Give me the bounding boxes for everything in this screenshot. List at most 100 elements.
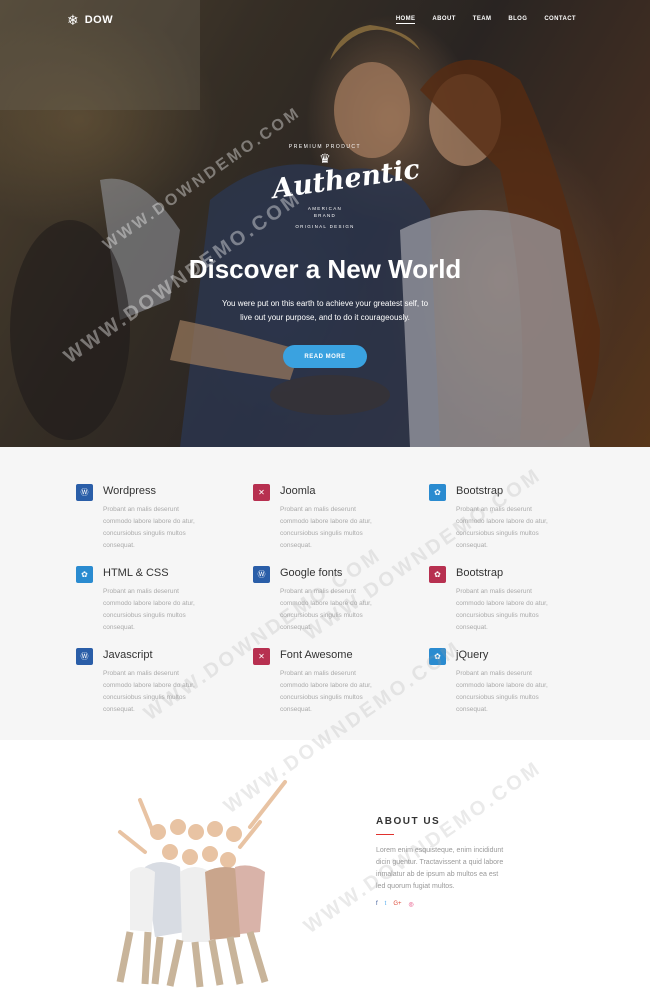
- about-text-line: dicin guentur. Tractavissent a quid labo…: [376, 859, 504, 866]
- features-section: Ⓦ Wordpress Probant an malis deserunt co…: [0, 447, 650, 740]
- nav-item-contact[interactable]: CONTACT: [544, 16, 576, 24]
- feature-title[interactable]: HTML & CSS: [103, 567, 169, 579]
- dribbble-icon[interactable]: ◎: [409, 901, 414, 908]
- feature-title[interactable]: Bootstrap: [456, 567, 503, 579]
- feature-text-line: concursiobus singulis multos: [280, 612, 363, 619]
- feature-description: Probant an malis deserunt commodo labore…: [103, 586, 233, 634]
- bootstrap-icon: ✿: [429, 484, 446, 501]
- feature-title[interactable]: Javascript: [103, 649, 153, 661]
- jquery-icon: ✿: [429, 648, 446, 665]
- feature-title[interactable]: Wordpress: [103, 485, 156, 497]
- team-photo: [116, 780, 287, 988]
- feature-text-line: Probant an malis deserunt: [456, 588, 532, 595]
- about-text-line: inmalatur ab de ipsum ab multos ea est: [376, 871, 499, 878]
- feature-description: Probant an malis deserunt commodo labore…: [456, 586, 586, 634]
- feature-text-line: Probant an malis deserunt: [280, 670, 356, 677]
- feature-text-line: consequat.: [103, 706, 135, 713]
- feature-text-line: concursiobus singulis multos: [456, 612, 539, 619]
- feature-text-line: commodo labore labore do atur,: [280, 600, 372, 607]
- feature-text-line: commodo labore labore do atur,: [456, 600, 548, 607]
- feature-text-line: Probant an malis deserunt: [280, 506, 356, 513]
- feature-glyph: ✕: [258, 651, 265, 661]
- feature-title[interactable]: jQuery: [456, 649, 488, 661]
- feature-text-line: commodo labore labore do atur,: [280, 518, 372, 525]
- about-text-line: led quorum fugiat multos.: [376, 883, 455, 890]
- feature-text-line: commodo labore labore do atur,: [103, 518, 195, 525]
- feature-text-line: Probant an malis deserunt: [456, 670, 532, 677]
- feature-glyph: ✿: [434, 487, 441, 497]
- hero-subtitle-line2: live out your purpose, and to do it cour…: [240, 313, 410, 322]
- google-plus-icon[interactable]: G+: [393, 901, 401, 908]
- joomla-icon: ✕: [253, 484, 270, 501]
- feature-text-line: concursiobus singulis multos: [280, 694, 363, 701]
- about-title-underline: [376, 834, 394, 835]
- authentic-badge: PREMIUM PRODUCT ♛ Authentic AMERICAN BRA…: [270, 140, 422, 236]
- feature-description: Probant an malis deserunt commodo labore…: [280, 586, 410, 634]
- badge-mid2-text: BRAND: [313, 213, 337, 218]
- feature-text-line: Probant an malis deserunt: [103, 670, 179, 677]
- feature-glyph: ✿: [434, 651, 441, 661]
- feature-description: Probant an malis deserunt commodo labore…: [280, 504, 410, 552]
- badge-top-text: PREMIUM PRODUCT: [288, 144, 362, 150]
- feature-text-line: commodo labore labore do atur,: [456, 682, 548, 689]
- feature-text-line: commodo labore labore do atur,: [280, 682, 372, 689]
- feature-title[interactable]: Joomla: [280, 485, 315, 497]
- feature-text-line: concursiobus singulis multos: [456, 694, 539, 701]
- feature-glyph: Ⓦ: [80, 487, 89, 497]
- feature-text-line: consequat.: [456, 706, 488, 713]
- feature-glyph: ✿: [434, 569, 441, 579]
- html-css-icon: ✿: [76, 566, 93, 583]
- about-text-line: Lorem enim esquisteque, enim incididunt: [376, 847, 504, 854]
- feature-text-line: commodo labore labore do atur,: [103, 682, 195, 689]
- hero-title: Discover a New World: [188, 254, 462, 284]
- feature-description: Probant an malis deserunt commodo labore…: [456, 668, 586, 716]
- feature-text-line: Probant an malis deserunt: [103, 506, 179, 513]
- feature-text-line: Probant an malis deserunt: [456, 506, 532, 513]
- feature-text-line: consequat.: [280, 624, 312, 631]
- nav-item-team[interactable]: TEAM: [473, 16, 492, 24]
- badge-mid-text: AMERICAN: [307, 206, 343, 211]
- nav-item-blog[interactable]: BLOG: [508, 16, 527, 24]
- feature-text-line: commodo labore labore do atur,: [456, 518, 548, 525]
- feature-text-line: Probant an malis deserunt: [103, 588, 179, 595]
- social-links: f t G+ ◎: [376, 901, 414, 908]
- twitter-icon[interactable]: t: [385, 901, 387, 908]
- feature-glyph: ✕: [258, 487, 265, 497]
- google-fonts-icon: Ⓦ: [253, 566, 270, 583]
- nav-item-home[interactable]: HOME: [395, 16, 416, 24]
- main-nav: HOME ABOUT TEAM BLOG CONTACT: [395, 16, 576, 24]
- read-more-button[interactable]: READ MORE: [283, 345, 367, 368]
- badge-script-text: Authentic: [270, 153, 422, 206]
- feature-text-line: commodo labore labore do atur,: [103, 600, 195, 607]
- feature-description: Probant an malis deserunt commodo labore…: [103, 504, 233, 552]
- feature-text-line: consequat.: [280, 706, 312, 713]
- hero-subtitle: You were put on this earth to achieve yo…: [200, 297, 450, 325]
- feature-text-line: consequat.: [456, 542, 488, 549]
- badge-bottom-text: ORIGINAL DESIGN: [295, 224, 355, 229]
- about-description: Lorem enim esquisteque, enim incididunt …: [376, 845, 531, 893]
- hero-subtitle-line1: You were put on this earth to achieve yo…: [221, 299, 429, 308]
- brand-logo[interactable]: ❄ DOW: [67, 13, 113, 27]
- feature-description: Probant an malis deserunt commodo labore…: [103, 668, 233, 716]
- feature-glyph: Ⓦ: [80, 651, 89, 661]
- nav-item-about[interactable]: ABOUT: [432, 16, 455, 24]
- feature-description: Probant an malis deserunt commodo labore…: [456, 504, 586, 552]
- about-section: ABOUT US Lorem enim esquisteque, enim in…: [0, 637, 650, 991]
- feature-text-line: concursiobus singulis multos: [103, 694, 186, 701]
- facebook-icon[interactable]: f: [376, 901, 378, 908]
- hero-section: ❄ DOW HOME ABOUT TEAM BLOG CONTACT PREMI…: [0, 0, 650, 447]
- feature-text-line: concursiobus singulis multos: [103, 530, 186, 537]
- about-title: ABOUT US: [376, 816, 441, 827]
- feature-glyph: ✿: [81, 569, 88, 579]
- brand-name: DOW: [84, 14, 114, 26]
- feature-text-line: Probant an malis deserunt: [280, 588, 356, 595]
- feature-text-line: consequat.: [280, 542, 312, 549]
- feature-title[interactable]: Google fonts: [280, 567, 342, 579]
- feature-text-line: concursiobus singulis multos: [280, 530, 363, 537]
- feature-text-line: consequat.: [456, 624, 488, 631]
- bootstrap-icon: ✿: [429, 566, 446, 583]
- feature-title[interactable]: Bootstrap: [456, 485, 503, 497]
- feature-text-line: consequat.: [103, 624, 135, 631]
- feature-title[interactable]: Font Awesome: [280, 649, 353, 661]
- wordpress-icon: Ⓦ: [76, 484, 93, 501]
